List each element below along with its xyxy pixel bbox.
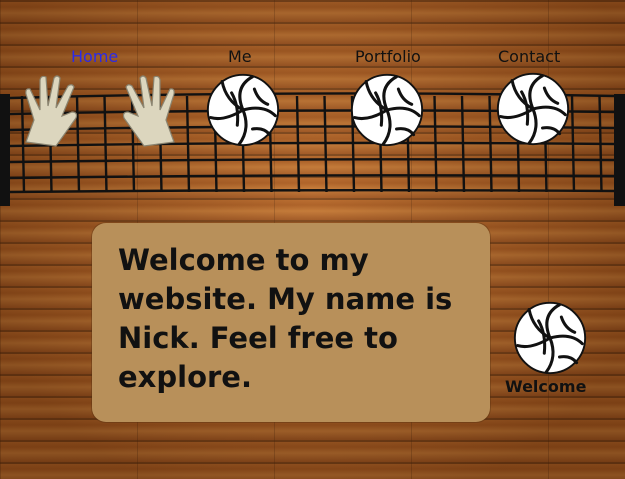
volleyball-icon <box>206 73 280 147</box>
volleyball-icon <box>496 72 570 146</box>
volleyball-icon <box>350 73 424 147</box>
gloves-icon <box>25 75 175 147</box>
nav-me-link[interactable]: Me <box>228 47 252 66</box>
welcome-message: Welcome to my website. My name is Nick. … <box>118 243 453 394</box>
nav-contact-link[interactable]: Contact <box>498 47 560 66</box>
welcome-caption: Welcome <box>505 377 587 396</box>
nav-portfolio-link[interactable]: Portfolio <box>355 47 421 66</box>
welcome-panel: Welcome to my website. My name is Nick. … <box>92 223 490 422</box>
nav-home-link[interactable]: Home <box>71 47 118 66</box>
volleyball-icon <box>513 301 587 375</box>
